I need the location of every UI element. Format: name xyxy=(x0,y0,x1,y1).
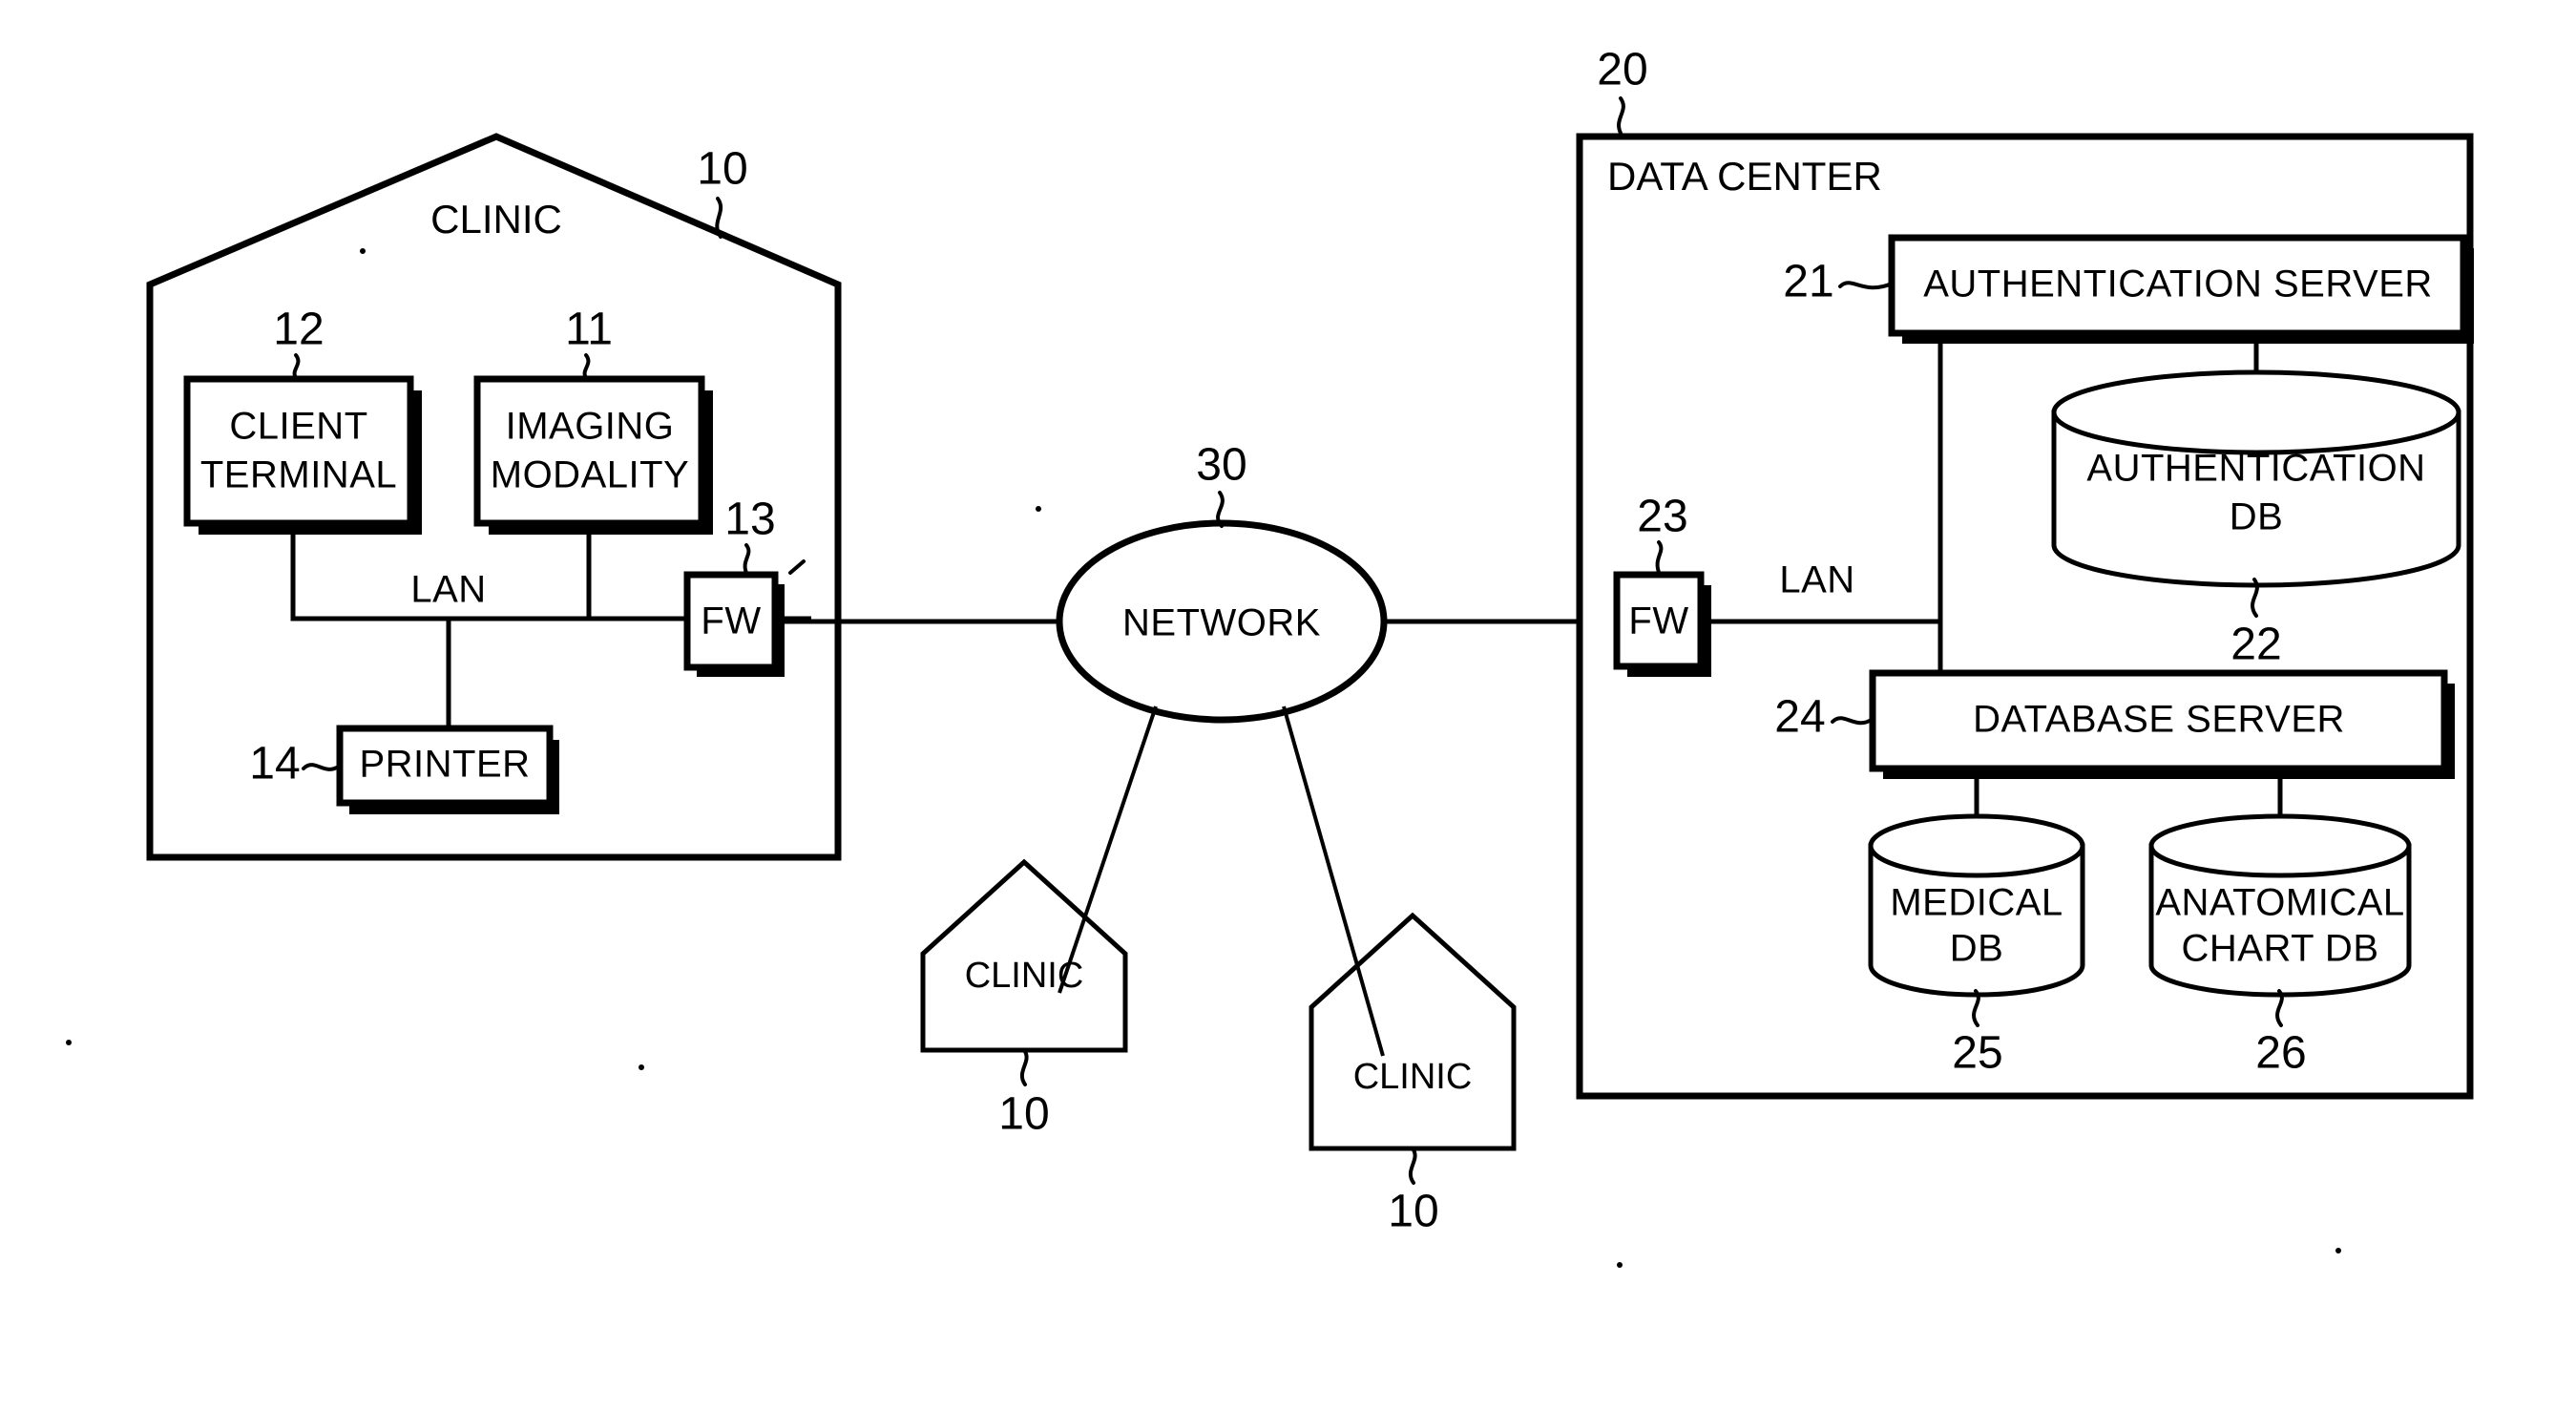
anatomical-db-cylinder-top xyxy=(2148,813,2412,878)
clinic-main-title: CLINIC xyxy=(430,197,562,242)
network-ref: 30 xyxy=(1196,440,1246,491)
clinic-main-group: CLINIC 10 LAN CLIENT TERMINAL 12 IMAGING… xyxy=(146,133,842,861)
client-terminal-label-line1: CLIENT xyxy=(229,406,367,448)
auth-server-label: AUTHENTICATION SERVER xyxy=(1923,263,2433,305)
imaging-modality-label-line1: IMAGING xyxy=(506,406,675,448)
database-server-node: DATABASE SERVER 24 xyxy=(1774,669,2455,779)
anatomical-db-label-line2: CHART DB xyxy=(2181,928,2378,970)
clinic-left-ref-leader xyxy=(1019,1048,1029,1086)
data-center-lan-label: LAN xyxy=(1779,559,1854,601)
anatomical-db-label-line1: ANATOMICAL xyxy=(2155,882,2404,924)
data-center-ref: 20 xyxy=(1597,45,1647,95)
network-label: NETWORK xyxy=(1122,602,1321,644)
clinic-secondary-right-group: CLINIC 10 xyxy=(1309,912,1517,1237)
clinic-fw-ref: 13 xyxy=(724,495,775,545)
network-to-clinic-left-link xyxy=(1058,706,1158,994)
dc-fw-ref: 23 xyxy=(1637,492,1687,542)
printer-ref: 14 xyxy=(249,739,300,790)
network-group: NETWORK 30 xyxy=(775,440,1627,1057)
medical-db-cylinder-top xyxy=(1868,813,2085,878)
imaging-modality-box xyxy=(473,375,705,527)
data-center-group: DATA CENTER 20 LAN FW 23 AUTHENTICATION … xyxy=(1576,45,2474,1100)
auth-db-ref: 22 xyxy=(2230,620,2281,670)
auth-db-label-line1: AUTHENTICATION xyxy=(2086,448,2425,490)
auth-server-ref: 21 xyxy=(1783,257,1833,307)
clinic-lan-label: LAN xyxy=(410,569,486,611)
data-center-title: DATA CENTER xyxy=(1607,154,1882,199)
clinic-main-ref: 10 xyxy=(697,144,747,195)
medical-db-label-line2: DB xyxy=(1950,928,2004,970)
clinic-fw-label: FW xyxy=(701,600,761,642)
clinic-right-label: CLINIC xyxy=(1353,1057,1473,1097)
imaging-modality-label-line2: MODALITY xyxy=(491,454,689,496)
network-to-clinic-right-link xyxy=(1282,706,1385,1057)
client-terminal-label-line2: TERMINAL xyxy=(200,454,397,496)
clinic-secondary-left-group: CLINIC 10 xyxy=(920,858,1128,1140)
dc-fw-label: FW xyxy=(1628,600,1688,642)
printer-label: PRINTER xyxy=(359,744,530,786)
db-server-ref: 24 xyxy=(1774,692,1825,743)
clinic-right-ref: 10 xyxy=(1388,1187,1438,1237)
anatomical-db-ref: 26 xyxy=(2255,1028,2306,1079)
client-terminal-box xyxy=(183,375,414,527)
medical-db-label-line1: MEDICAL xyxy=(1890,882,2063,924)
medical-db-ref: 25 xyxy=(1952,1028,2002,1079)
clinic-right-house-outline xyxy=(1309,912,1517,1151)
auth-db-label-line2: DB xyxy=(2230,496,2284,538)
imaging-modality-ref: 11 xyxy=(565,305,613,355)
clinic-right-ref-leader xyxy=(1408,1147,1417,1185)
db-server-label: DATABASE SERVER xyxy=(1973,699,2345,741)
client-terminal-ref: 12 xyxy=(273,305,324,355)
auth-db-cylinder-top xyxy=(2051,369,2461,455)
clinic-left-label: CLINIC xyxy=(965,956,1084,996)
data-center-ref-leader xyxy=(1617,96,1625,138)
clinic-left-ref: 10 xyxy=(998,1089,1049,1140)
patent-figure: CLINIC 10 LAN CLIENT TERMINAL 12 IMAGING… xyxy=(0,0,2576,1411)
system-diagram-canvas: CLINIC 10 LAN CLIENT TERMINAL 12 IMAGING… xyxy=(66,45,2474,1268)
